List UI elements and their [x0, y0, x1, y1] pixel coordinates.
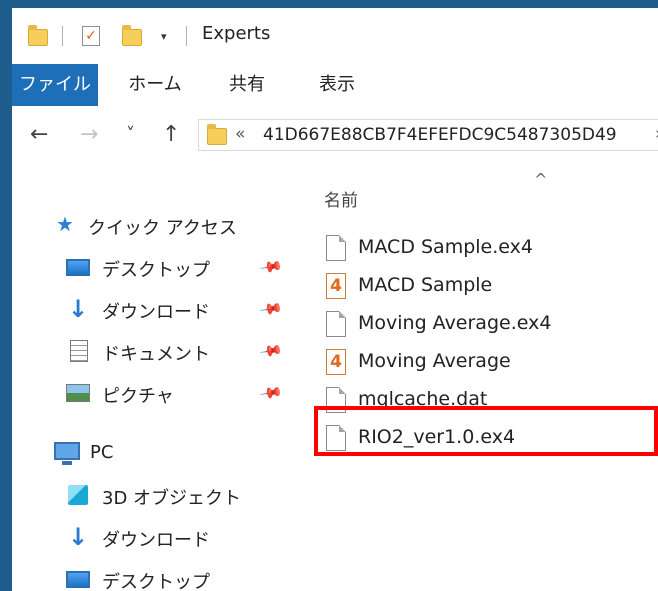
customize-dropdown-icon[interactable]: ▾: [161, 31, 167, 43]
forward-arrow-icon[interactable]: →: [80, 121, 98, 149]
file-row[interactable]: 4 MACD Sample: [318, 268, 658, 304]
star-icon: ★: [56, 212, 74, 236]
nav-item-desktop[interactable]: デスクトップ 📌: [12, 252, 292, 284]
address-path-text[interactable]: 41D667E88CB7F4EFEFDC9C5487305D49: [263, 125, 617, 145]
file-row[interactable]: MACD Sample.ex4: [318, 230, 658, 266]
file-row[interactable]: mqlcache.dat: [318, 382, 658, 418]
nav-label: ダウンロード: [102, 302, 210, 323]
file-row[interactable]: 4 Moving Average: [318, 344, 658, 380]
pin-icon[interactable]: 📌: [259, 254, 285, 279]
desktop-icon: [66, 259, 90, 276]
pin-icon[interactable]: 📌: [259, 380, 285, 405]
nav-label: デスクトップ: [102, 572, 210, 591]
nav-item-documents[interactable]: ドキュメント 📌: [12, 336, 292, 368]
folder-icon[interactable]: [28, 25, 48, 46]
file-icon: [326, 311, 346, 337]
mql4-source-icon: 4: [326, 273, 346, 299]
file-explorer-window: ✓ ▾ Experts ファイル ホーム 共有 表示 ← → ˅ ↑ « 41D…: [12, 8, 658, 591]
file-icon: [326, 425, 346, 451]
file-icon: [326, 235, 346, 261]
nav-quick-access[interactable]: ★ クイック アクセス: [12, 210, 292, 242]
nav-item-pc-downloads[interactable]: ↓ ダウンロード: [12, 522, 292, 554]
file-name: RIO2_ver1.0.ex4: [358, 426, 516, 448]
download-icon: ↓: [68, 295, 89, 323]
desktop-icon: [66, 571, 90, 588]
window-title: Experts: [202, 23, 271, 44]
file-name: MACD Sample.ex4: [358, 236, 533, 258]
mql4-source-icon: 4: [326, 349, 346, 375]
nav-label: ドキュメント: [102, 344, 210, 365]
folder-icon: [207, 124, 227, 145]
pin-icon[interactable]: 📌: [259, 296, 285, 321]
tab-share[interactable]: 共有: [212, 64, 282, 106]
file-name: Moving Average: [358, 350, 511, 372]
path-overflow-icon[interactable]: «: [235, 124, 245, 144]
back-arrow-icon[interactable]: ←: [30, 121, 48, 149]
nav-pc[interactable]: PC: [12, 438, 292, 470]
checkmark-properties-icon[interactable]: ✓: [82, 26, 100, 46]
nav-label: PC: [90, 442, 114, 463]
file-name: Moving Average.ex4: [358, 312, 552, 334]
recent-locations-chevron-icon[interactable]: ˅: [126, 121, 135, 149]
up-arrow-icon[interactable]: ↑: [162, 121, 180, 149]
file-name: MACD Sample: [358, 274, 493, 296]
file-row[interactable]: Moving Average.ex4: [318, 306, 658, 342]
new-folder-icon[interactable]: [122, 25, 142, 46]
pictures-icon: [66, 384, 90, 402]
navigation-pane: ★ クイック アクセス デスクトップ 📌 ↓ ダウンロード 📌 ドキュメント 📌…: [12, 166, 292, 591]
nav-item-pictures[interactable]: ピクチャ 📌: [12, 378, 292, 410]
column-header-name[interactable]: 名前: [324, 186, 358, 211]
nav-item-pc-desktop[interactable]: デスクトップ: [12, 564, 292, 591]
address-field[interactable]: « 41D667E88CB7F4EFEFDC9C5487305D49 ›: [198, 119, 658, 151]
file-list-pane: ^ 名前 MACD Sample.ex4 4 MACD Sample Movin…: [294, 166, 658, 591]
download-icon: ↓: [68, 523, 89, 551]
nav-item-3d-objects[interactable]: 3D オブジェクト: [12, 480, 292, 512]
nav-label: クイック アクセス: [88, 218, 237, 239]
nav-label: ダウンロード: [102, 530, 210, 551]
address-bar: ← → ˅ ↑ « 41D667E88CB7F4EFEFDC9C5487305D…: [12, 106, 658, 166]
toolbar-separator: [186, 26, 187, 46]
title-bar: ✓ ▾ Experts: [12, 8, 658, 64]
3d-objects-icon: [68, 485, 88, 505]
dropdown-glyph: ▾: [161, 30, 167, 43]
file-icon: [326, 387, 346, 413]
nav-label: 3D オブジェクト: [102, 488, 242, 509]
nav-label: ピクチャ: [102, 386, 174, 407]
file-row-highlighted[interactable]: RIO2_ver1.0.ex4: [318, 420, 658, 456]
tab-view[interactable]: 表示: [302, 64, 372, 106]
pin-icon[interactable]: 📌: [259, 338, 285, 363]
nav-label: デスクトップ: [102, 260, 210, 281]
ribbon-tabs: ファイル ホーム 共有 表示: [12, 64, 658, 107]
pc-icon: [54, 442, 80, 465]
nav-item-downloads[interactable]: ↓ ダウンロード 📌: [12, 294, 292, 326]
file-name: mqlcache.dat: [358, 388, 488, 410]
documents-icon: [70, 340, 88, 362]
tab-file[interactable]: ファイル: [12, 64, 98, 106]
sort-ascending-icon[interactable]: ^: [534, 170, 547, 189]
tab-home[interactable]: ホーム: [112, 64, 198, 106]
toolbar-separator: [62, 26, 63, 46]
